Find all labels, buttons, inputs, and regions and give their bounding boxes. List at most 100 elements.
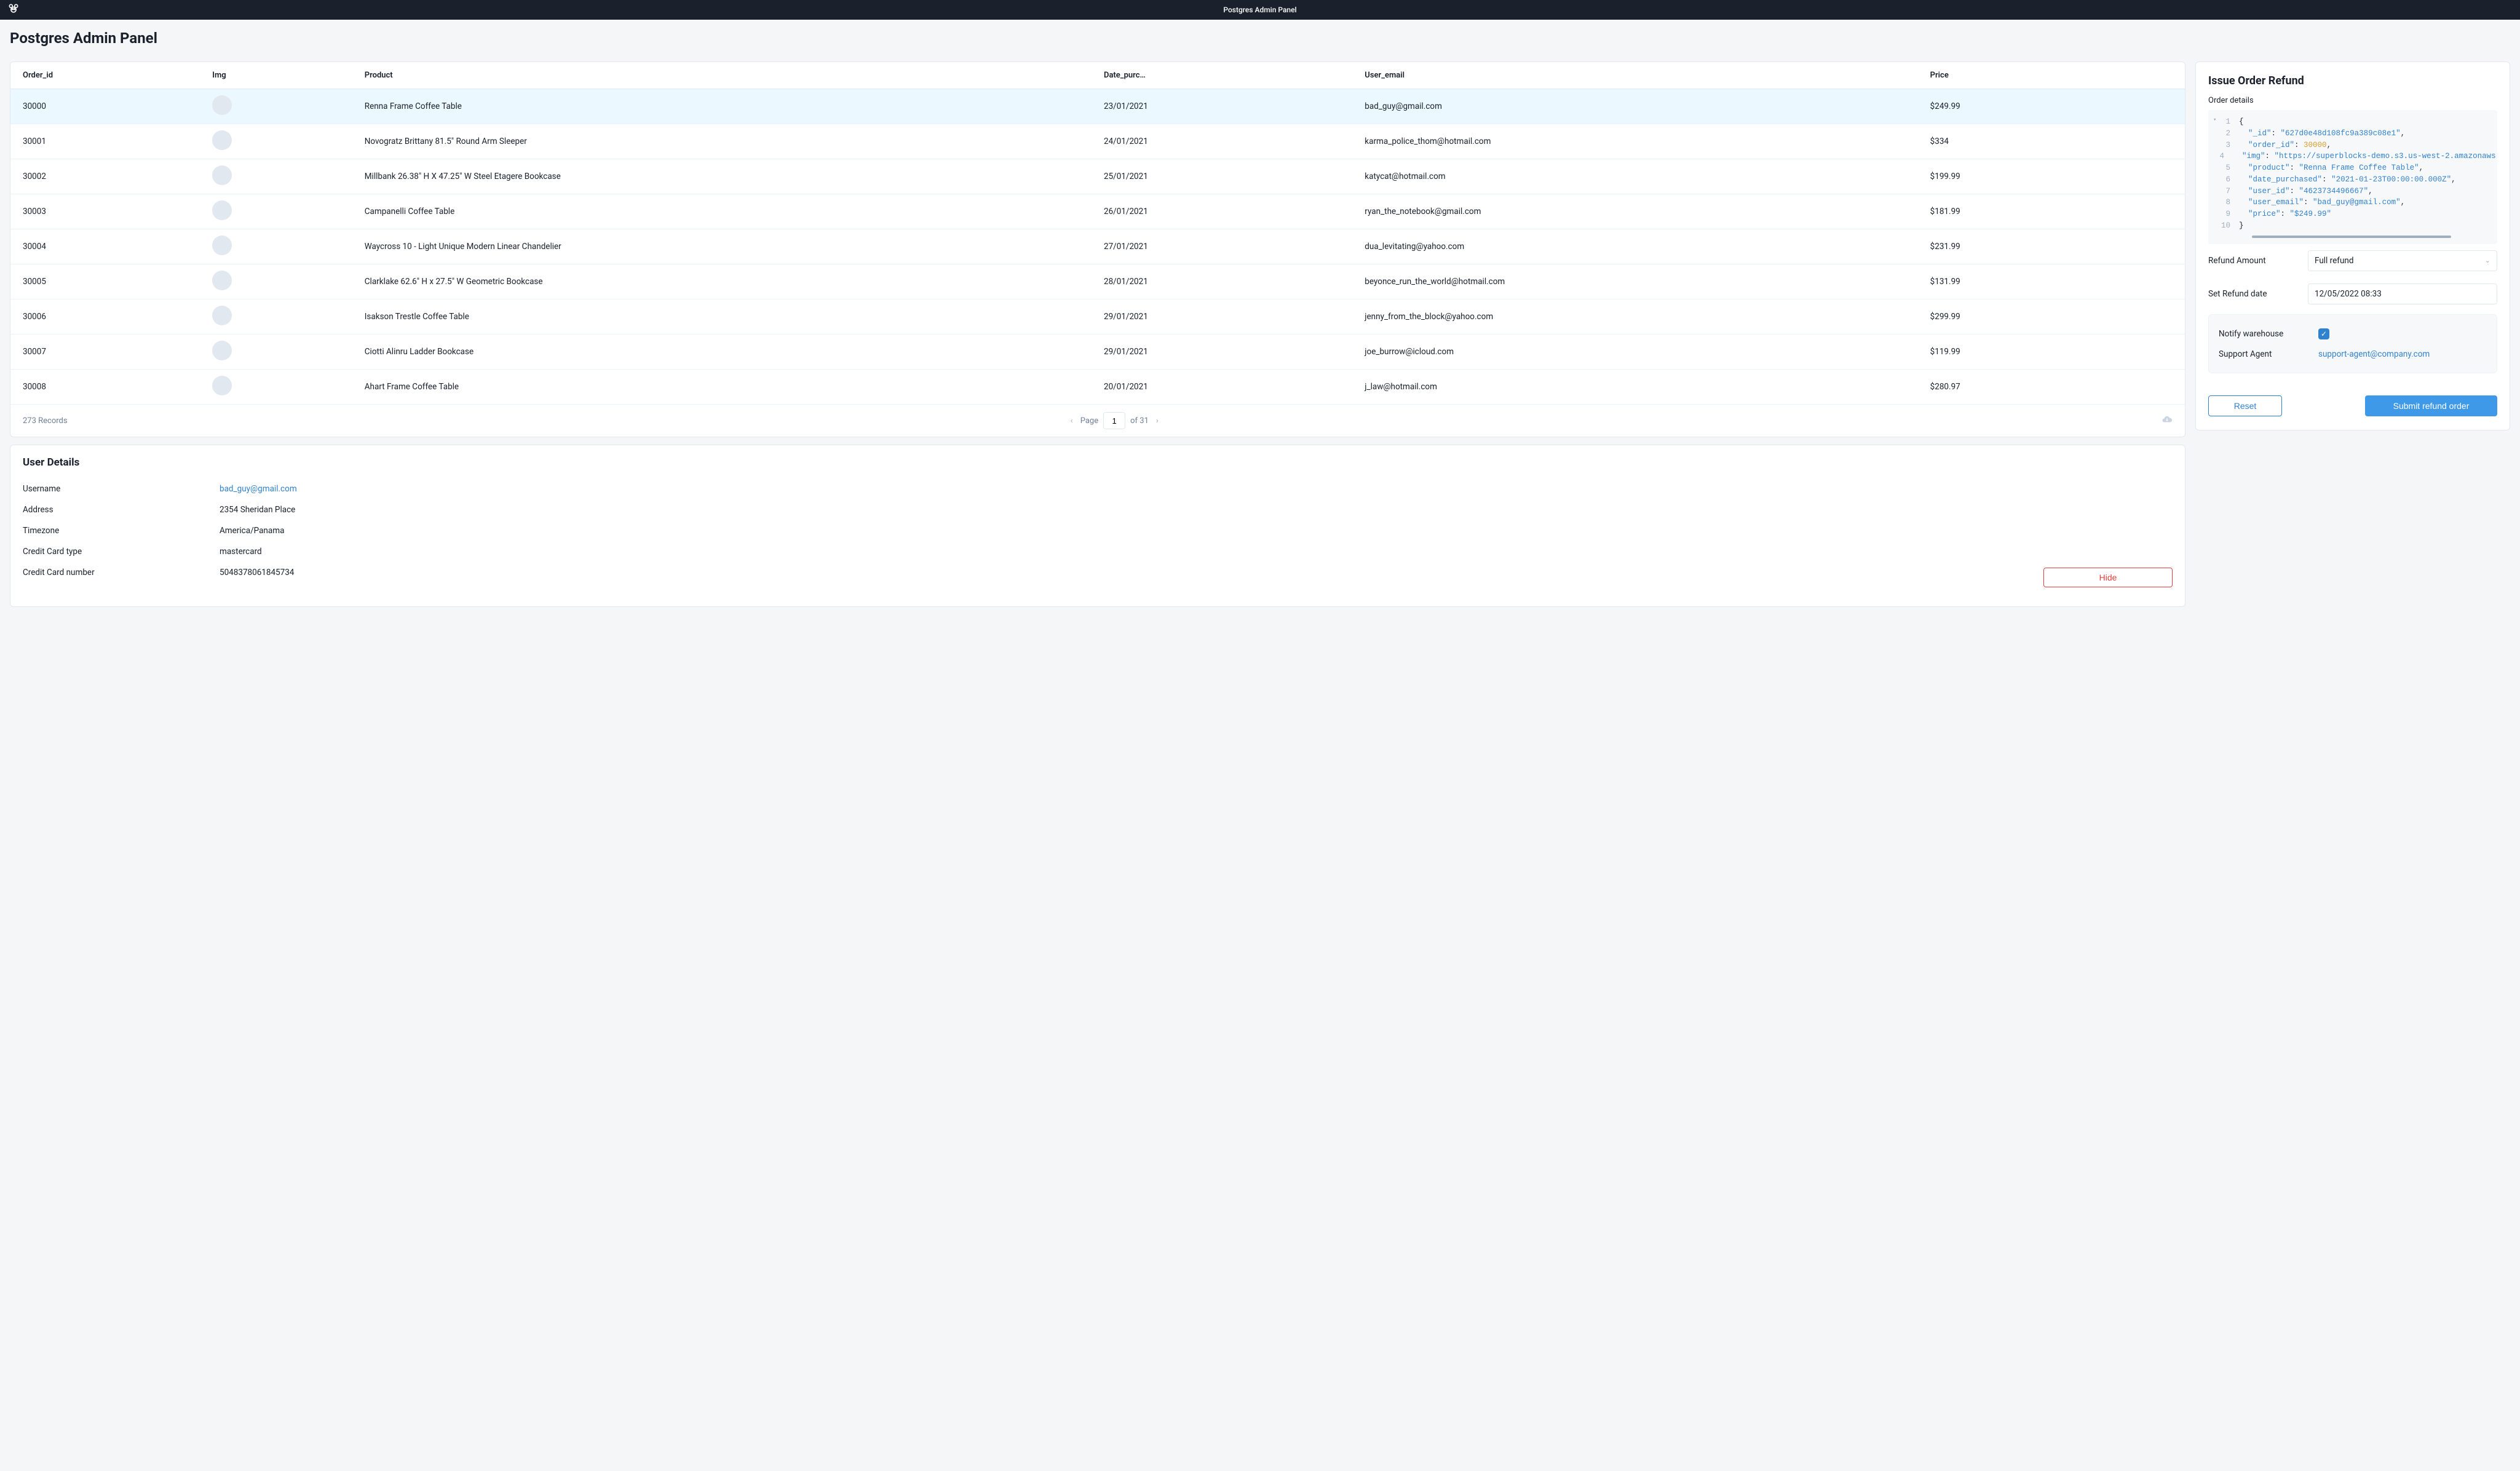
cell-price: $131.99	[1924, 264, 2185, 299]
cell-email: katycat@hotmail.com	[1358, 159, 1924, 194]
chevron-down-icon: ⌄	[2485, 256, 2490, 264]
cell-email: karma_police_thom@hotmail.com	[1358, 124, 1924, 159]
topbar: Postgres Admin Panel	[0, 0, 2520, 20]
th-price[interactable]: Price	[1924, 62, 2185, 89]
ud-timezone-value: America/Panama	[220, 526, 2173, 536]
cell-price: $249.99	[1924, 89, 2185, 124]
refund-amount-select[interactable]: Full refund ⌄	[2308, 250, 2497, 271]
cell-price: $181.99	[1924, 194, 2185, 229]
cell-email: joe_burrow@icloud.com	[1358, 335, 1924, 370]
cell-date: 27/01/2021	[1098, 229, 1358, 264]
cell-product: Waycross 10 - Light Unique Modern Linear…	[359, 229, 1098, 264]
cell-date: 20/01/2021	[1098, 370, 1358, 405]
cell-order-id: 30003	[10, 194, 206, 229]
refund-title: Issue Order Refund	[2208, 74, 2497, 87]
ud-ccnum-value: 5048378061845734	[220, 568, 2043, 587]
table-row[interactable]: 30005 Clarklake 62.6" H x 27.5" W Geometr…	[10, 264, 2185, 299]
ud-ccnum-label: Credit Card number	[23, 568, 220, 587]
table-row[interactable]: 30002 Millbank 26.38" H X 47.25" W Steel …	[10, 159, 2185, 194]
user-details-title: User Details	[23, 456, 2173, 469]
cell-product: Clarklake 62.6" H x 27.5" W Geometric Bo…	[359, 264, 1098, 299]
cell-email: beyonce_run_the_world@hotmail.com	[1358, 264, 1924, 299]
download-icon[interactable]	[2161, 414, 2173, 428]
order-details-json: ▾1{2 "_id": "627d0e48d108fc9a389c08e1",3…	[2208, 110, 2497, 244]
cell-order-id: 30000	[10, 89, 206, 124]
cell-product: Millbank 26.38" H X 47.25" W Steel Etage…	[359, 159, 1098, 194]
cell-price: $299.99	[1924, 299, 2185, 335]
cell-img	[206, 229, 359, 264]
notify-warehouse-checkbox[interactable]: ✓	[2318, 328, 2329, 339]
page-title: Postgres Admin Panel	[10, 30, 2510, 47]
page-of-label: of 31	[1130, 416, 1149, 426]
table-row[interactable]: 30004 Waycross 10 - Light Unique Modern L…	[10, 229, 2185, 264]
cell-email: dua_levitating@yahoo.com	[1358, 229, 1924, 264]
product-thumb	[212, 236, 232, 255]
user-details-card: User Details Username bad_guy@gmail.com …	[10, 445, 2185, 607]
table-row[interactable]: 30000Renna Frame Coffee Table23/01/2021b…	[10, 89, 2185, 124]
ud-cctype-label: Credit Card type	[23, 547, 220, 557]
page-prev-icon[interactable]: ‹	[1068, 416, 1076, 426]
th-date[interactable]: Date_purc…	[1098, 62, 1358, 89]
cell-date: 26/01/2021	[1098, 194, 1358, 229]
product-thumb	[212, 271, 232, 290]
orders-table-card: Order_id Img Product Date_purc… User_ema…	[10, 61, 2185, 437]
cell-price: $334	[1924, 124, 2185, 159]
th-order-id[interactable]: Order_id	[10, 62, 206, 89]
cell-product: Novogratz Brittany 81.5" Round Arm Sleep…	[359, 124, 1098, 159]
cell-img	[206, 335, 359, 370]
product-thumb	[212, 200, 232, 220]
cell-img	[206, 299, 359, 335]
cell-date: 28/01/2021	[1098, 264, 1358, 299]
cell-order-id: 30005	[10, 264, 206, 299]
table-row[interactable]: 30007Ciotti Alinru Ladder Bookcase29/01/…	[10, 335, 2185, 370]
th-product[interactable]: Product	[359, 62, 1098, 89]
cell-price: $280.97	[1924, 370, 2185, 405]
table-row[interactable]: 30003Campanelli Coffee Table26/01/2021ry…	[10, 194, 2185, 229]
notify-warehouse-label: Notify warehouse	[2219, 329, 2311, 339]
refund-amount-label: Refund Amount	[2208, 256, 2300, 266]
cell-email: jenny_from_the_block@yahoo.com	[1358, 299, 1924, 335]
topbar-title: Postgres Admin Panel	[1223, 6, 1296, 14]
page-next-icon[interactable]: ›	[1154, 416, 1161, 426]
cell-product: Renna Frame Coffee Table	[359, 89, 1098, 124]
cell-product: Ahart Frame Coffee Table	[359, 370, 1098, 405]
cell-order-id: 30004	[10, 229, 206, 264]
ud-username-label: Username	[23, 484, 220, 494]
product-thumb	[212, 165, 232, 185]
product-thumb	[212, 130, 232, 150]
refund-date-input[interactable]: 12/05/2022 08:33	[2308, 283, 2497, 304]
page-input[interactable]	[1103, 412, 1125, 429]
order-details-label: Order details	[2208, 96, 2497, 105]
th-img[interactable]: Img	[206, 62, 359, 89]
table-row[interactable]: 30006Isakson Trestle Coffee Table29/01/2…	[10, 299, 2185, 335]
submit-refund-button[interactable]: Submit refund order	[2365, 395, 2497, 416]
cell-img	[206, 89, 359, 124]
refund-card: Issue Order Refund Order details ▾1{2 "_…	[2195, 61, 2510, 430]
cell-email: bad_guy@gmail.com	[1358, 89, 1924, 124]
cell-order-id: 30002	[10, 159, 206, 194]
cell-img	[206, 159, 359, 194]
reset-button[interactable]: Reset	[2208, 395, 2282, 416]
ud-address-label: Address	[23, 505, 220, 515]
table-row[interactable]: 30001Novogratz Brittany 81.5" Round Arm …	[10, 124, 2185, 159]
refund-subcard: Notify warehouse ✓ Support Agent support…	[2208, 314, 2497, 373]
cell-date: 25/01/2021	[1098, 159, 1358, 194]
support-agent-value[interactable]: support-agent@company.com	[2318, 349, 2430, 359]
support-agent-label: Support Agent	[2219, 349, 2311, 359]
table-row[interactable]: 30008Ahart Frame Coffee Table20/01/2021j…	[10, 370, 2185, 405]
cell-price: $231.99	[1924, 229, 2185, 264]
ud-cctype-value: mastercard	[220, 547, 2173, 557]
orders-table: Order_id Img Product Date_purc… User_ema…	[10, 62, 2185, 405]
refund-date-value: 12/05/2022 08:33	[2315, 289, 2382, 299]
th-email[interactable]: User_email	[1358, 62, 1924, 89]
cell-order-id: 30007	[10, 335, 206, 370]
refund-amount-value: Full refund	[2315, 256, 2354, 266]
product-thumb	[212, 306, 232, 325]
product-thumb	[212, 95, 232, 115]
cell-date: 29/01/2021	[1098, 335, 1358, 370]
hide-button[interactable]: Hide	[2043, 568, 2173, 587]
ud-username-value[interactable]: bad_guy@gmail.com	[220, 484, 297, 494]
cell-email: ryan_the_notebook@gmail.com	[1358, 194, 1924, 229]
horizontal-scrollbar[interactable]	[2252, 236, 2451, 238]
cell-order-id: 30006	[10, 299, 206, 335]
